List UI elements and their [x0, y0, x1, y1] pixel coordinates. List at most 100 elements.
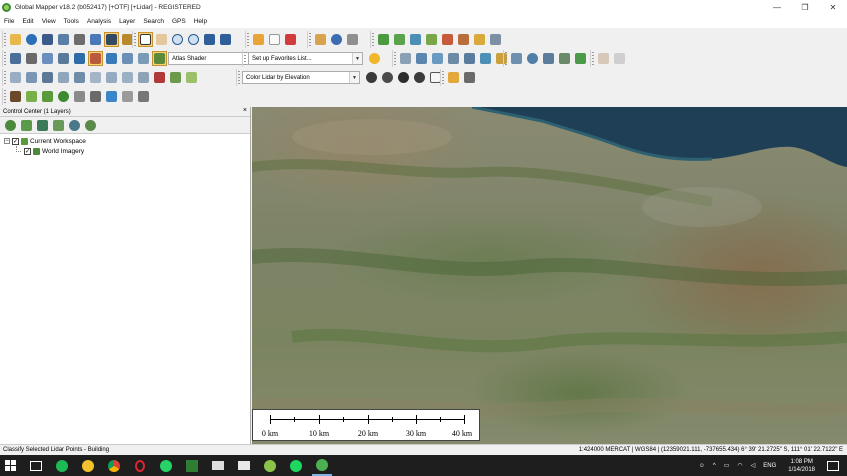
- classify-ground-button[interactable]: [8, 89, 23, 104]
- classify-low-veg-button[interactable]: [24, 89, 39, 104]
- water-level-button[interactable]: [104, 51, 119, 66]
- close-all-button[interactable]: [488, 32, 503, 47]
- zoom-in-button[interactable]: [170, 32, 185, 47]
- volume-icon[interactable]: ◁: [751, 462, 756, 469]
- lidar-pick-button[interactable]: [152, 70, 167, 85]
- classify-custom-button[interactable]: [136, 89, 151, 104]
- taskbar-app-opera[interactable]: [130, 455, 150, 476]
- menu-layer[interactable]: Layer: [115, 18, 139, 25]
- classify-high-veg-button[interactable]: [56, 89, 71, 104]
- toolbar-grip[interactable]: [4, 90, 6, 103]
- vertex-edit-button[interactable]: [398, 51, 413, 66]
- start-button[interactable]: [0, 455, 20, 476]
- toolbar-grip[interactable]: [238, 71, 240, 84]
- toolbar-grip[interactable]: [505, 52, 507, 65]
- chevron-down-icon[interactable]: ▼: [352, 53, 362, 64]
- toolbar-grip[interactable]: [247, 33, 249, 46]
- terrain-analysis-button[interactable]: [376, 32, 391, 47]
- classify-water-button[interactable]: [104, 89, 119, 104]
- watershed-button[interactable]: [408, 32, 423, 47]
- gps-vessel-button[interactable]: [541, 51, 556, 66]
- workspace-checkbox[interactable]: ✓: [12, 137, 19, 145]
- taskbar-app-game[interactable]: [260, 455, 280, 476]
- line-of-sight-button[interactable]: [456, 32, 471, 47]
- menu-file[interactable]: File: [0, 18, 18, 25]
- toolbar-grip[interactable]: [134, 33, 136, 46]
- print-button[interactable]: [72, 32, 87, 47]
- split-line-button[interactable]: [446, 51, 461, 66]
- layer-copy-button[interactable]: [35, 118, 50, 133]
- map-view[interactable]: [252, 107, 847, 444]
- gps-settings-button[interactable]: [612, 51, 627, 66]
- measure-button[interactable]: [313, 32, 328, 47]
- language-indicator[interactable]: ENG: [763, 463, 776, 469]
- lidar-filter-button[interactable]: [72, 70, 87, 85]
- digitizer-select-button[interactable]: [138, 32, 153, 47]
- toolbar-grip[interactable]: [4, 52, 6, 65]
- lidar-pencil-button[interactable]: [168, 70, 183, 85]
- lidar-slice-button[interactable]: [120, 70, 135, 85]
- toolbar-grip[interactable]: [372, 33, 374, 46]
- full-view-button[interactable]: [218, 32, 233, 47]
- menu-view[interactable]: View: [38, 18, 60, 25]
- lidar-path-button[interactable]: [104, 70, 119, 85]
- menu-tools[interactable]: Tools: [60, 18, 83, 25]
- maximize-button[interactable]: ❐: [791, 0, 819, 14]
- config-button[interactable]: [88, 32, 103, 47]
- open-folder-button[interactable]: [8, 32, 23, 47]
- classify-bridge-button[interactable]: [88, 89, 103, 104]
- view-shed-button[interactable]: [392, 32, 407, 47]
- lidar-cut-button[interactable]: [136, 70, 151, 85]
- eyedropper-button[interactable]: [24, 51, 39, 66]
- taskbar-app-chrome[interactable]: [104, 455, 124, 476]
- lidar-wand-button[interactable]: [462, 70, 477, 85]
- menu-edit[interactable]: Edit: [18, 18, 37, 25]
- menu-analysis[interactable]: Analysis: [83, 18, 115, 25]
- export-button[interactable]: [56, 32, 71, 47]
- network-icon[interactable]: ◠: [737, 462, 742, 469]
- overlay-control-button[interactable]: [104, 32, 119, 47]
- layer-checkbox[interactable]: ✓: [24, 147, 31, 155]
- toolbar-grip[interactable]: [4, 71, 6, 84]
- tray-chevron-icon[interactable]: ^: [713, 463, 716, 469]
- notifications-icon[interactable]: [827, 460, 839, 471]
- favorites-button[interactable]: [367, 51, 382, 66]
- hill-shading-button[interactable]: [88, 51, 103, 66]
- edit-feature-button[interactable]: [251, 32, 266, 47]
- elevation-sort-button[interactable]: [120, 51, 135, 66]
- shader-options-button[interactable]: [152, 51, 167, 66]
- lidar-cross-button[interactable]: [56, 70, 71, 85]
- delete-feature-button[interactable]: [283, 32, 298, 47]
- collapse-icon[interactable]: −: [4, 138, 10, 144]
- taskbar-app-emoji[interactable]: [78, 455, 98, 476]
- control-center-close-button[interactable]: ×: [243, 107, 247, 114]
- menu-help[interactable]: Help: [190, 18, 211, 25]
- taskbar-app-music[interactable]: [52, 455, 72, 476]
- save-workspace-button[interactable]: [40, 32, 55, 47]
- lidar-move-button[interactable]: [8, 70, 23, 85]
- zoom-out-button[interactable]: [186, 32, 201, 47]
- gps-record-button[interactable]: [596, 51, 611, 66]
- smooth-line-button[interactable]: [478, 51, 493, 66]
- lidar-line-button[interactable]: [88, 70, 103, 85]
- chevron-down-icon[interactable]: ▼: [349, 72, 359, 83]
- new-feature-button[interactable]: [267, 32, 282, 47]
- lidar-color-select[interactable]: Color Lidar by Elevation ▼: [242, 71, 360, 84]
- map-grid-button[interactable]: [8, 51, 23, 66]
- task-view-button[interactable]: [26, 455, 46, 476]
- lidar-draw-button[interactable]: [24, 70, 39, 85]
- layer-zoom-button[interactable]: [67, 118, 82, 133]
- lidar-settings-button[interactable]: [364, 70, 379, 85]
- taskbar-app-mail[interactable]: [234, 455, 254, 476]
- toolbar-grip[interactable]: [592, 52, 594, 65]
- draw-line-button[interactable]: [414, 51, 429, 66]
- layer-search-button[interactable]: [3, 118, 18, 133]
- lidar-network-button[interactable]: [40, 70, 55, 85]
- lidar-filter-gear-button[interactable]: [396, 70, 411, 85]
- pan-button[interactable]: [154, 32, 169, 47]
- layer-metadata-button[interactable]: [51, 118, 66, 133]
- taskbar-app-global-mapper[interactable]: [312, 455, 332, 476]
- path-profile-button[interactable]: [345, 32, 360, 47]
- taskbar-app-media[interactable]: [208, 455, 228, 476]
- workspace-row[interactable]: − ✓ Current Workspace: [0, 136, 250, 146]
